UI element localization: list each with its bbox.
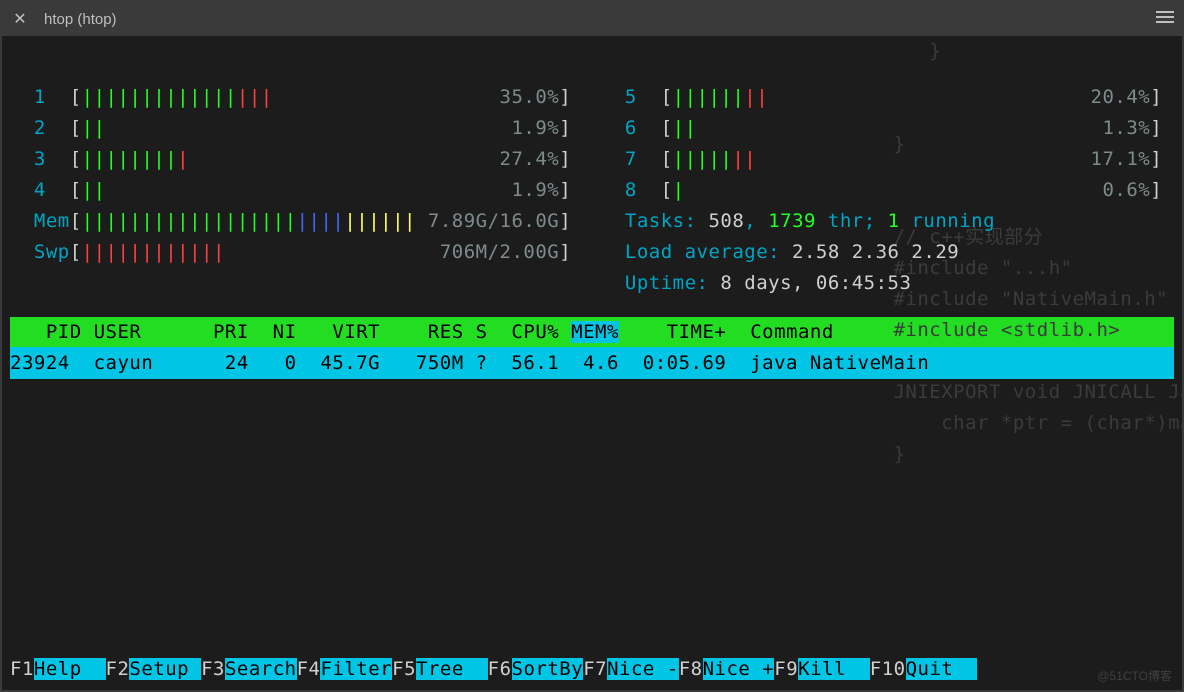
fkey-F9[interactable]: F9Kill	[774, 658, 870, 680]
swap-meter: Swp[|||||||||||| 706M/2.00G]	[10, 237, 583, 268]
cpu-meter-7: 7 [||||||| 17.1%]	[601, 144, 1174, 175]
cpu-meter-2: 2 [|| 1.9%]	[10, 113, 583, 144]
close-icon[interactable]: ✕	[10, 9, 30, 29]
uptime-line: Uptime: 8 days, 06:45:53	[601, 268, 1174, 299]
cpu-meter-8: 8 [| 0.6%]	[601, 175, 1174, 206]
meters-section: 1 [|||||||||||||||| 35.0%] 2 [|| 1.9%] 3…	[10, 36, 1174, 299]
hamburger-icon[interactable]	[1156, 8, 1174, 30]
fkey-F3[interactable]: F3Search	[201, 658, 297, 680]
load-line: Load average: 2.58 2.36 2.29	[601, 237, 1174, 268]
fkey-F1[interactable]: F1Help	[10, 658, 106, 680]
cpu-meter-1: 1 [|||||||||||||||| 35.0%]	[10, 82, 583, 113]
tasks-line: Tasks: 508, 1739 thr; 1 running	[601, 206, 1174, 237]
fkey-F6[interactable]: F6SortBy	[488, 658, 584, 680]
cpu-meter-6: 6 [|| 1.3%]	[601, 113, 1174, 144]
cpu-meter-4: 4 [|| 1.9%]	[10, 175, 583, 206]
fkey-F4[interactable]: F4Filter	[297, 658, 393, 680]
process-list: 23924 cayun 24 0 45.7G 750M ? 56.1 4.6 0…	[10, 347, 1174, 379]
fkey-F2[interactable]: F2Setup	[106, 658, 202, 680]
mem-meter: Mem[|||||||||||||||||||||||||||| 7.89G/1…	[10, 206, 583, 237]
process-row[interactable]: 23924 cayun 24 0 45.7G 750M ? 56.1 4.6 0…	[10, 347, 1174, 379]
cpu-meter-3: 3 [||||||||| 27.4%]	[10, 144, 583, 175]
fkey-F5[interactable]: F5Tree	[392, 658, 488, 680]
process-header-row: PID USER PRI NI VIRT RES S CPU% MEM% TIM…	[10, 317, 1174, 347]
cpu-meter-5: 5 [|||||||| 20.4%]	[601, 82, 1174, 113]
terminal-area: } } // c++实现部分	[10, 36, 1174, 690]
window-title: htop (htop)	[44, 11, 1156, 28]
fkey-F7[interactable]: F7Nice -	[583, 658, 679, 680]
watermark: @51CTO博客	[1097, 667, 1172, 684]
fkey-F10[interactable]: F10Quit	[870, 658, 977, 680]
function-key-bar: F1Help F2Setup F3SearchF4FilterF5Tree F6…	[10, 654, 1174, 684]
fkey-F8[interactable]: F8Nice +	[679, 658, 775, 680]
window-titlebar: ✕ htop (htop)	[2, 2, 1182, 36]
